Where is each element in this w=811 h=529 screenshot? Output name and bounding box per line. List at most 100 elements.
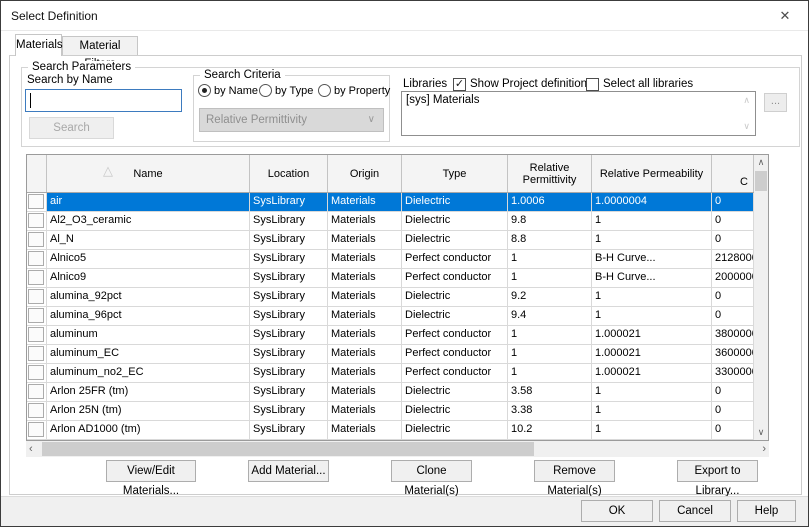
dialog-title: Select Definition: [11, 9, 98, 23]
grid-row[interactable]: air SysLibrary Materials Dielectric 1.00…: [27, 193, 754, 212]
tab-materials[interactable]: Materials: [15, 34, 62, 56]
row-selector[interactable]: [27, 402, 47, 420]
row-selector[interactable]: [27, 288, 47, 306]
cell-permittivity: 1.0006: [508, 193, 592, 211]
row-selector[interactable]: [27, 421, 47, 439]
scroll-down-icon[interactable]: ∨: [743, 121, 750, 132]
row-selector[interactable]: [27, 364, 47, 382]
row-selector[interactable]: [27, 326, 47, 344]
view-edit-materials-button[interactable]: View/Edit Materials...: [106, 460, 196, 482]
cell-type: Perfect conductor: [402, 269, 508, 287]
radio-by-name[interactable]: [198, 84, 211, 97]
clone-material-button[interactable]: Clone Material(s): [391, 460, 472, 482]
scroll-right-icon[interactable]: ›: [762, 442, 766, 456]
cell-permittivity: 10.2: [508, 421, 592, 439]
cell-type: Perfect conductor: [402, 345, 508, 363]
cell-type: Perfect conductor: [402, 364, 508, 382]
cell-conductivity: 3600000: [712, 345, 754, 363]
grid-vertical-scrollbar[interactable]: ∧ ∨: [754, 155, 768, 440]
header-relative-permeability[interactable]: Relative Permeability: [592, 155, 712, 192]
row-selector[interactable]: [27, 250, 47, 268]
search-button[interactable]: Search: [29, 117, 114, 139]
row-selector[interactable]: [27, 212, 47, 230]
cell-name: Alnico5: [47, 250, 250, 268]
cell-permeability: 1: [592, 212, 712, 230]
cell-permeability: 1.000021: [592, 364, 712, 382]
sort-ascending-icon: △: [103, 165, 113, 177]
grid-row[interactable]: aluminum SysLibrary Materials Perfect co…: [27, 326, 754, 345]
radio-by-type[interactable]: [259, 84, 272, 97]
cell-name: Arlon AD1000 (tm): [47, 421, 250, 439]
search-input[interactable]: [25, 89, 182, 112]
radio-by-type-label[interactable]: by Type: [275, 85, 313, 97]
radio-by-property-label[interactable]: by Property: [334, 85, 390, 97]
cell-conductivity: 2000000: [712, 269, 754, 287]
show-project-definitions-label[interactable]: Show Project definitions: [470, 78, 593, 90]
property-dropdown-value: Relative Permittivity: [206, 114, 307, 126]
vertical-scroll-thumb[interactable]: [755, 171, 767, 191]
grid-row[interactable]: Arlon 25N (tm) SysLibrary Materials Diel…: [27, 402, 754, 421]
row-selector[interactable]: [27, 307, 47, 325]
cell-location: SysLibrary: [250, 231, 328, 249]
remove-material-button[interactable]: Remove Material(s): [534, 460, 615, 482]
grid-row[interactable]: aluminum_no2_EC SysLibrary Materials Per…: [27, 364, 754, 383]
grid-row[interactable]: Al2_O3_ceramic SysLibrary Materials Diel…: [27, 212, 754, 231]
grid-row[interactable]: aluminum_EC SysLibrary Materials Perfect…: [27, 345, 754, 364]
ok-button[interactable]: OK: [581, 500, 653, 522]
text-caret: [30, 93, 31, 108]
select-all-libraries-checkbox[interactable]: [586, 78, 599, 91]
row-selector[interactable]: [27, 269, 47, 287]
grid-row[interactable]: Arlon 25FR (tm) SysLibrary Materials Die…: [27, 383, 754, 402]
cell-origin: Materials: [328, 288, 402, 306]
export-to-library-button[interactable]: Export to Library...: [677, 460, 758, 482]
show-project-definitions-checkbox[interactable]: ✓: [453, 78, 466, 91]
scroll-left-icon[interactable]: ‹: [29, 442, 33, 456]
cell-location: SysLibrary: [250, 193, 328, 211]
cell-name: aluminum_no2_EC: [47, 364, 250, 382]
horizontal-scroll-thumb[interactable]: [42, 442, 534, 456]
scroll-down-icon[interactable]: ∨: [754, 427, 768, 438]
row-selector[interactable]: [27, 383, 47, 401]
header-name[interactable]: △ Name: [47, 155, 250, 192]
grid-row[interactable]: Arlon AD1000 (tm) SysLibrary Materials D…: [27, 421, 754, 440]
grid-horizontal-scrollbar[interactable]: ‹ ›: [26, 441, 769, 457]
header-location[interactable]: Location: [250, 155, 328, 192]
grid-row[interactable]: Al_N SysLibrary Materials Dielectric 8.8…: [27, 231, 754, 250]
radio-by-property[interactable]: [318, 84, 331, 97]
select-all-libraries-label[interactable]: Select all libraries: [603, 78, 693, 90]
cell-name: aluminum_EC: [47, 345, 250, 363]
grid-row[interactable]: Alnico9 SysLibrary Materials Perfect con…: [27, 269, 754, 288]
cell-origin: Materials: [328, 250, 402, 268]
cell-permeability: B-H Curve...: [592, 250, 712, 268]
row-selector[interactable]: [27, 345, 47, 363]
cell-type: Dielectric: [402, 231, 508, 249]
cell-origin: Materials: [328, 212, 402, 230]
header-conductivity[interactable]: C: [712, 155, 754, 192]
cell-conductivity: 0: [712, 288, 754, 306]
browse-libraries-button[interactable]: ...: [764, 93, 787, 112]
cell-name: Al2_O3_ceramic: [47, 212, 250, 230]
libraries-listbox[interactable]: [sys] Materials ∧ ∨: [401, 91, 756, 136]
row-selector[interactable]: [27, 231, 47, 249]
grid-row[interactable]: alumina_96pct SysLibrary Materials Diele…: [27, 307, 754, 326]
library-item[interactable]: [sys] Materials: [406, 94, 480, 106]
header-type[interactable]: Type: [402, 155, 508, 192]
cancel-button[interactable]: Cancel: [659, 500, 731, 522]
cell-name: alumina_96pct: [47, 307, 250, 325]
grid-row[interactable]: alumina_92pct SysLibrary Materials Diele…: [27, 288, 754, 307]
cell-permeability: 1: [592, 307, 712, 325]
scroll-up-icon[interactable]: ∧: [743, 95, 750, 106]
add-material-button[interactable]: Add Material...: [248, 460, 329, 482]
header-origin[interactable]: Origin: [328, 155, 402, 192]
radio-by-name-label[interactable]: by Name: [214, 85, 258, 97]
scroll-up-icon[interactable]: ∧: [754, 157, 768, 168]
property-dropdown[interactable]: Relative Permittivity ∨: [199, 108, 384, 132]
cell-name: Al_N: [47, 231, 250, 249]
close-icon[interactable]: ✕: [774, 7, 796, 25]
row-selector[interactable]: [27, 193, 47, 211]
grid-row[interactable]: Alnico5 SysLibrary Materials Perfect con…: [27, 250, 754, 269]
header-relative-permittivity[interactable]: Relative Permittivity: [508, 155, 592, 192]
help-button[interactable]: Help: [737, 500, 796, 522]
cell-origin: Materials: [328, 326, 402, 344]
tab-material-filters[interactable]: Material Filters: [62, 36, 138, 55]
